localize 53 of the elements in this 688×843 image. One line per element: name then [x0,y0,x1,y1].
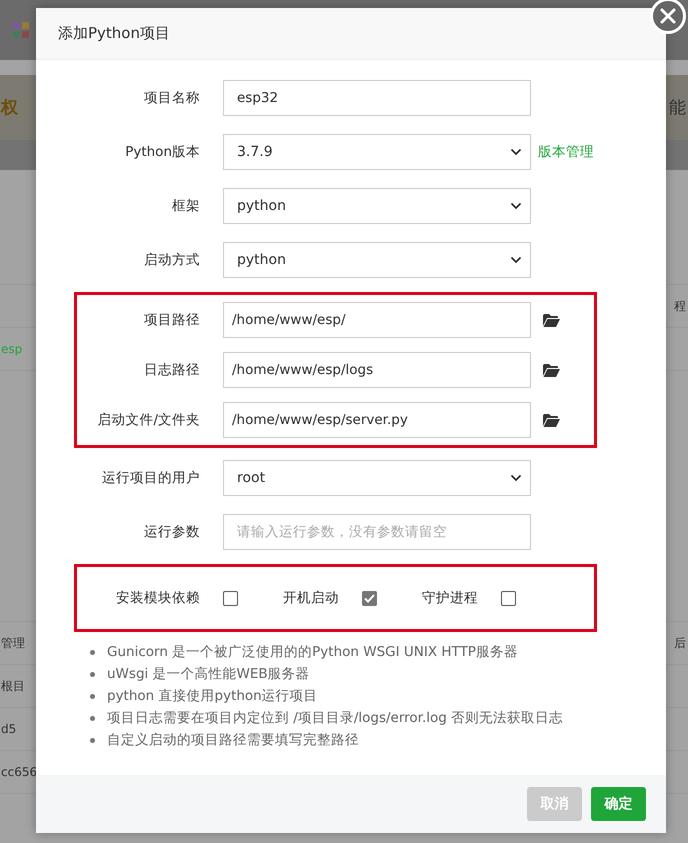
chevron-icon [510,474,522,482]
input-field[interactable]: 请输入运行参数，没有参数请留空 [223,514,531,550]
chevron-icon [510,148,522,156]
note-text: Gunicorn 是一个被广泛使用的的Python WSGI UNIX HTTP服务器 [107,643,518,662]
bullet-icon [90,672,95,676]
field-label: 启动文件/文件夹 [96,411,200,429]
checkbox[interactable] [223,590,238,606]
bullet-icon [90,694,95,698]
chevron-icon [510,202,522,210]
folder-icon[interactable] [543,364,560,376]
field-label: 运行项目的用户 [101,469,200,487]
bullet-icon [90,738,95,742]
background-text: 权 [1,97,18,119]
input-field[interactable]: /home/www/esp/ [223,302,531,338]
folder-icon[interactable] [543,314,560,326]
input-field[interactable]: esp32 [223,80,531,116]
background-text: d5 [1,722,16,736]
background-text: 后 [674,634,686,652]
background-text: 程 [674,298,686,314]
close-icon[interactable] [650,0,686,34]
background-text: cc656 [1,765,38,779]
dialog-title: 添加Python项目 [58,24,170,43]
background-text: 管理 [1,634,25,652]
logo-icon [12,21,30,39]
note-text: uWsgi 是一个高性能WEB服务器 [107,665,310,684]
field-label: Python版本 [124,143,200,161]
note-text: 项目日志需要在项目内定位到 /项目目录/logs/error.log 否则无法获取日志 [107,709,564,728]
folder-icon[interactable] [543,414,560,426]
checkbox[interactable] [501,590,516,606]
select-field[interactable]: python [223,188,531,224]
field-label: 日志路径 [143,361,200,379]
field-label: 运行参数 [143,523,200,541]
field-label: 启动方式 [143,251,200,269]
checkbox-label: 守护进程 [422,589,478,607]
background-text: esp [1,342,22,356]
checkbox[interactable] [362,590,377,606]
select-field[interactable]: 3.7.9 [223,134,531,170]
input-field[interactable]: /home/www/esp/logs [223,352,531,388]
checkbox-label: 安装模块依赖 [115,589,200,607]
checkbox-label: 开机启动 [283,589,339,607]
select-field[interactable]: python [223,242,531,278]
background-text: 能 [669,97,686,119]
bullet-icon [90,716,95,720]
input-field[interactable]: /home/www/esp/server.py [223,402,531,438]
select-field[interactable]: root [223,460,531,496]
note-text: 自定义启动的项目路径需要填写完整路径 [107,731,359,750]
field-label: 项目路径 [143,311,200,329]
field-label: 框架 [171,197,200,215]
note-text: python 直接使用python运行项目 [107,687,318,706]
field-label: 项目名称 [143,89,200,107]
chevron-icon [510,256,522,264]
background-text: 根目 [1,678,25,694]
bullet-icon [90,650,95,654]
